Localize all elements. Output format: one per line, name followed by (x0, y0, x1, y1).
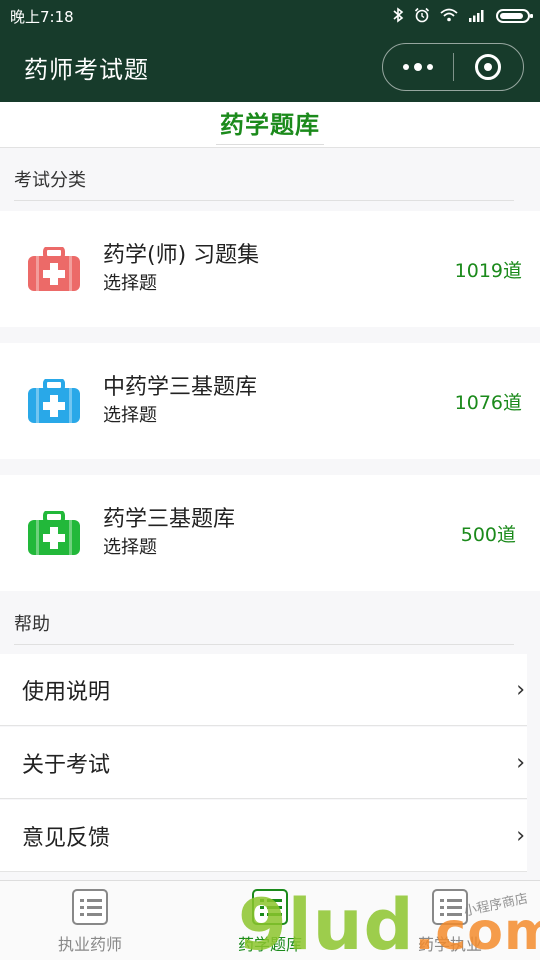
help-item-feedback[interactable]: 意见反馈 › (0, 800, 527, 872)
tab-pharmacy-practice[interactable]: 药学执业 (360, 881, 540, 960)
list-icon (432, 889, 468, 925)
more-button[interactable] (383, 44, 453, 90)
help-item-label: 意见反馈 (22, 825, 111, 851)
section-label-help: 帮助 (14, 610, 514, 645)
tab-licensed-pharmacist[interactable]: 执业药师 (0, 881, 180, 960)
question-count: 500道 (460, 523, 516, 546)
close-target-icon (475, 54, 502, 80)
battery-level (500, 13, 523, 19)
tab-pharmacy-bank[interactable]: 药学题库 (180, 881, 360, 960)
category-name: 药学三基题库 (103, 507, 236, 532)
tab-label: 药学题库 (237, 935, 302, 954)
alarm-icon (414, 7, 430, 26)
nav-title: 药师考试题 (24, 55, 149, 84)
battery-icon (496, 9, 533, 23)
chevron-right-icon: › (516, 677, 525, 702)
category-texts: 药学(师) 习题集 选择题 (103, 241, 259, 297)
help-item-label: 关于考试 (22, 752, 111, 778)
question-count: 1019道 (454, 259, 522, 282)
help-item-label: 使用说明 (22, 679, 111, 705)
tab-bar: 执业药师 药学题库 药学执业 (0, 880, 540, 960)
category-card[interactable]: 中药学三基题库 选择题 1076道 (0, 343, 540, 459)
list-icon (252, 889, 288, 925)
list-icon (72, 889, 108, 925)
category-type: 选择题 (103, 405, 157, 426)
help-item-usage[interactable]: 使用说明 › (0, 654, 527, 726)
question-count: 1076道 (454, 391, 522, 414)
category-type: 选择题 (103, 273, 157, 294)
help-item-about[interactable]: 关于考试 › (0, 727, 527, 799)
tab-label: 执业药师 (57, 935, 122, 954)
close-button[interactable] (454, 44, 524, 90)
category-texts: 药学三基题库 选择题 (103, 505, 235, 561)
chevron-right-icon: › (516, 750, 525, 775)
page-header: 药学题库 (0, 102, 540, 148)
category-card[interactable]: 药学三基题库 选择题 500道 (0, 475, 540, 591)
category-type: 选择题 (103, 537, 157, 558)
bluetooth-icon (392, 6, 404, 26)
category-texts: 中药学三基题库 选择题 (103, 373, 257, 429)
mini-program-capsule (382, 43, 524, 91)
signal-icon (468, 8, 486, 25)
more-dots-icon (402, 63, 433, 71)
page-title: 药学题库 (216, 105, 324, 145)
medical-kit-icon (28, 379, 80, 423)
category-card[interactable]: 药学(师) 习题集 选择题 1019道 (0, 211, 540, 327)
wifi-icon (440, 8, 458, 25)
medical-kit-icon (28, 511, 80, 555)
chevron-right-icon: › (516, 823, 525, 848)
category-name: 药学(师) 习题集 (103, 243, 260, 268)
status-bar: 晚上7:18 (0, 0, 540, 32)
medical-kit-icon (28, 247, 80, 291)
status-time: 晚上7:18 (10, 7, 74, 26)
status-icons (392, 6, 533, 26)
category-name: 中药学三基题库 (103, 375, 258, 400)
tab-label: 药学执业 (417, 935, 482, 954)
section-label-categories: 考试分类 (14, 166, 514, 201)
nav-bar: 药师考试题 (0, 32, 540, 102)
